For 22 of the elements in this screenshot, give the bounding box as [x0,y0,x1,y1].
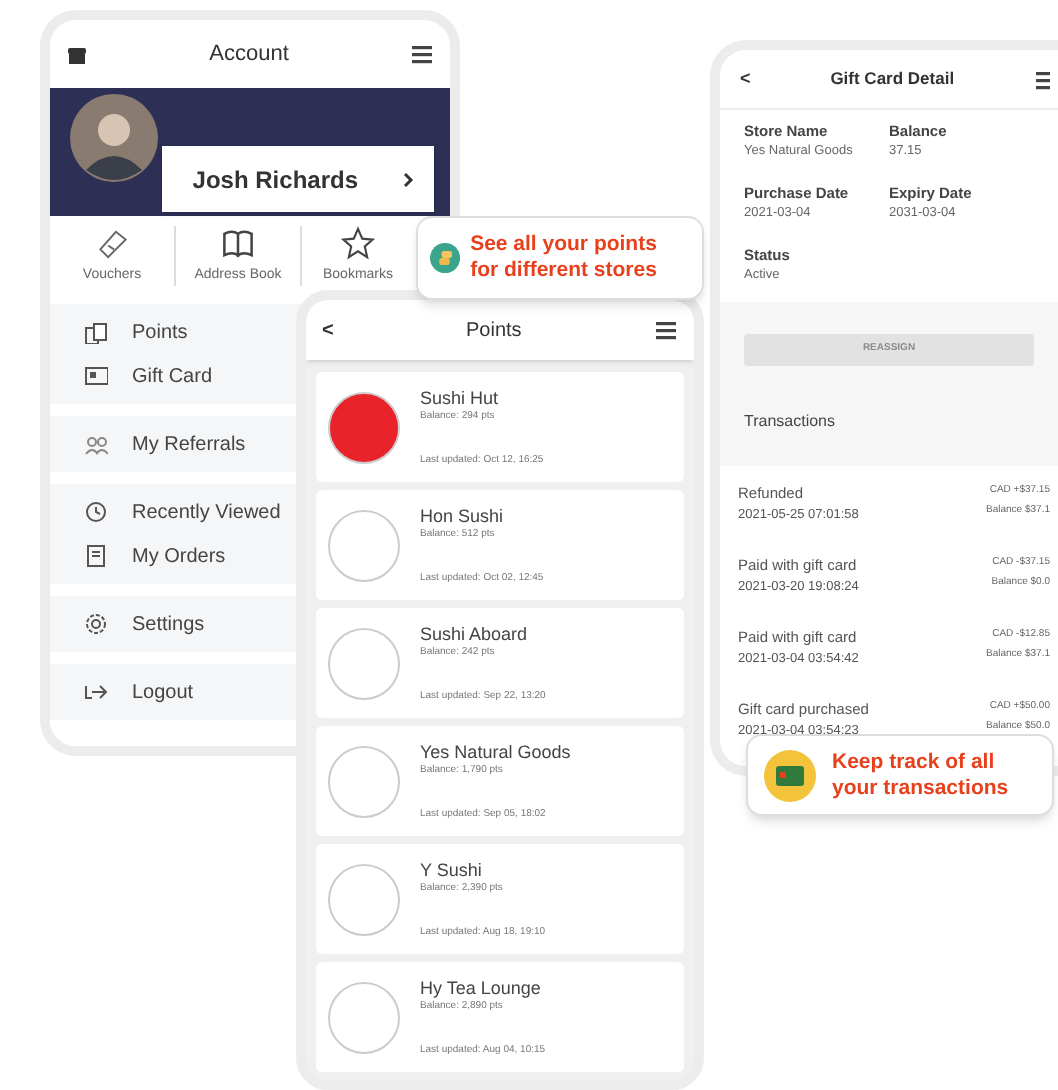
menu-item[interactable]: My Referrals [50,422,292,466]
menu-item[interactable]: Gift Card [50,354,292,398]
store-name: Sushi Hut [420,387,501,409]
profile-name: Josh Richards [192,163,358,197]
screen-title: Gift Card Detail [830,66,955,92]
store-name: Yes Natural Goods [420,741,571,763]
menu-item[interactable]: Recently Viewed [50,490,292,534]
menu-item[interactable]: My Orders [50,534,292,578]
screen-title: Points [466,317,522,345]
menu-item[interactable]: Logout [50,670,292,714]
store-name: Hy Tea Lounge [420,977,543,998]
screen-title: Account [209,39,289,70]
store-name: Hon Sushi [420,505,506,527]
profile-card[interactable]: Josh Richards [162,146,434,212]
section-heading: Transactions [744,412,835,430]
callout-text: See all your points for different stores [470,232,659,284]
store-name: Sushi Aboard [420,623,530,645]
menu-item[interactable]: Points [50,310,292,354]
callout-text: Keep track of all your transactions [832,749,1011,801]
back-button[interactable]: < [322,315,334,345]
store-name: Y Sushi [420,859,484,881]
back-button[interactable]: < [740,65,751,93]
